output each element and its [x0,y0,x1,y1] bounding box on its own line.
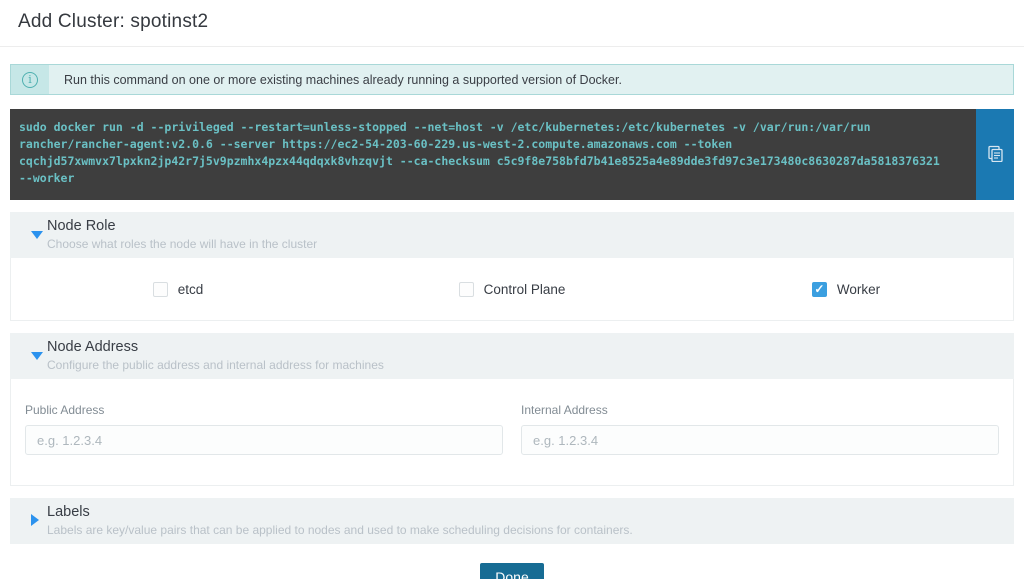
title-divider [0,46,1024,47]
role-column-control-plane: Control Plane [345,282,679,297]
page-title: Add Cluster: spotinst2 [18,11,1024,33]
checkbox-box-etcd[interactable] [153,282,168,297]
section-header-node-address[interactable]: Node Address Configure the public addres… [10,333,1014,379]
section-title: Node Address [47,339,1014,355]
public-address-label: Public Address [25,403,503,417]
done-button[interactable]: Done [480,563,543,579]
checkbox-worker[interactable]: Worker [812,282,880,297]
info-banner-icon-cell: i [11,65,49,94]
checkbox-label-worker: Worker [837,282,880,297]
checkbox-label-etcd: etcd [178,282,204,297]
chevron-right-icon [31,514,39,526]
public-address-field-group: Public Address [25,403,503,455]
internal-address-field-group: Internal Address [521,403,999,455]
docker-command-block: sudo docker run -d --privileged --restar… [10,109,1014,200]
footer: Done [0,563,1024,579]
section-subtitle: Labels are key/value pairs that can be a… [47,523,1014,537]
section-header-labels[interactable]: Labels Labels are key/value pairs that c… [10,498,1014,544]
info-icon: i [22,72,38,88]
role-column-etcd: etcd [11,282,345,297]
checkbox-etcd[interactable]: etcd [153,282,204,297]
chevron-down-icon [31,352,43,360]
section-title: Node Role [47,218,1014,234]
section-title: Labels [47,504,1014,520]
chevron-down-icon [31,231,43,239]
copy-command-button[interactable] [976,109,1014,200]
checkbox-box-worker[interactable] [812,282,827,297]
info-banner: i Run this command on one or more existi… [10,64,1014,95]
section-header-node-role[interactable]: Node Role Choose what roles the node wil… [10,212,1014,258]
checkbox-label-control-plane: Control Plane [484,282,566,297]
section-subtitle: Choose what roles the node will have in … [47,237,1014,251]
info-banner-text: Run this command on one or more existing… [49,73,622,87]
node-role-options: etcd Control Plane Worker [10,258,1014,321]
section-subtitle: Configure the public address and interna… [47,358,1014,372]
role-column-worker: Worker [679,282,1013,297]
internal-address-input[interactable] [521,425,999,455]
docker-command-text: sudo docker run -d --privileged --restar… [10,109,976,200]
checkbox-control-plane[interactable]: Control Plane [459,282,566,297]
internal-address-label: Internal Address [521,403,999,417]
clipboard-icon [987,145,1004,165]
node-address-form: Public Address Internal Address [10,379,1014,486]
public-address-input[interactable] [25,425,503,455]
checkbox-box-control-plane[interactable] [459,282,474,297]
